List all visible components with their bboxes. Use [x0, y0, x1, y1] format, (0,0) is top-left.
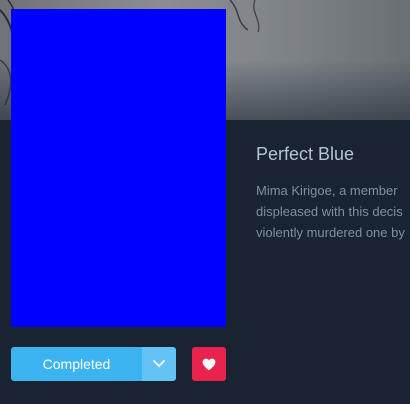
status-button[interactable]: Completed — [11, 347, 142, 381]
chevron-down-icon — [153, 360, 165, 367]
list-status-button-group: Completed — [11, 347, 176, 381]
media-title: Perfect Blue — [256, 144, 355, 164]
description-line: displeased with this decis — [256, 204, 403, 219]
description-line: Mima Kirigoe, a member — [256, 183, 398, 198]
cover-image[interactable] — [11, 9, 226, 327]
media-description: Mima Kirigoe, a member displeased with t… — [256, 180, 410, 243]
favourite-button[interactable] — [192, 347, 226, 381]
description-line: violently murdered one by — [256, 225, 405, 240]
heart-icon — [202, 358, 216, 370]
status-dropdown-button[interactable] — [142, 347, 176, 381]
